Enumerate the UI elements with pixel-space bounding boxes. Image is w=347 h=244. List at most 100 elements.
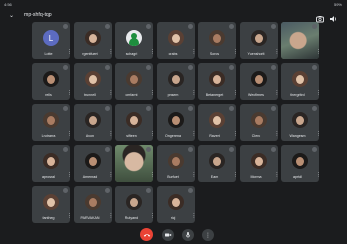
status-bar: 4:56 59% [0,0,347,9]
participant-name: Ongerena [165,134,181,138]
avatar-face [171,157,180,166]
participant-tile[interactable]: fantheg [32,186,70,223]
participant-tile[interactable]: Avon [73,104,112,141]
mic-off-icon [146,65,151,70]
avatar: L [43,30,59,46]
more-vert-icon[interactable] [150,133,152,139]
camera-button[interactable] [162,229,174,241]
participant-name: aprtdl [293,175,302,179]
participant-tile[interactable] [281,22,319,59]
more-vert-icon[interactable] [192,133,194,139]
more-options-button[interactable]: ⋮ [202,229,214,241]
more-vert-icon[interactable] [67,174,69,180]
mic-off-icon [187,106,193,111]
avatar-face [47,116,55,125]
more-vert-icon[interactable] [150,92,152,98]
participant-tile[interactable]: Eam [198,145,236,182]
mic-off-icon [229,147,234,152]
participant-tile[interactable]: Rutyand [115,186,153,223]
participant-tile[interactable]: PARVAKAN [73,186,112,223]
avatar-face [47,157,55,166]
mic-off-icon [146,188,151,193]
participant-tile[interactable]: rgentfuert [73,22,112,59]
participant-tile[interactable]: thergritrd [281,63,319,100]
more-vert-icon[interactable] [109,133,111,139]
participant-tile[interactable]: L Lotte [32,22,70,59]
avatar-face [171,34,180,43]
end-call-button[interactable] [140,228,153,241]
more-vert-icon[interactable] [67,133,69,139]
more-vert-icon[interactable] [192,215,194,221]
meeting-title[interactable]: mp-shfq-tqp [24,12,52,18]
participant-tile[interactable]: Betanerget [198,63,236,100]
participant-tile[interactable]: pnsem [156,63,195,100]
mic-off-icon [312,147,317,152]
more-vert-icon[interactable] [67,215,69,221]
participant-tile[interactable]: Amenrad [73,145,112,182]
participant-tile[interactable]: Clerc [239,104,278,141]
more-vert-icon[interactable] [192,51,194,57]
avatar [250,112,267,128]
participant-name: Yuenshorit [247,52,265,56]
more-vert-icon[interactable] [233,133,235,139]
more-vert-icon[interactable] [67,92,69,98]
participant-tile[interactable]: Burfuet [156,145,195,182]
participant-tile[interactable]: sifteen [115,104,153,141]
participant-tile[interactable]: Yuenshorit [239,22,278,59]
participant-tile[interactable]: aprtdl [281,145,319,182]
participant-tile[interactable]: ricj [156,186,195,223]
participant-tile[interactable]: crabs [156,22,195,59]
more-vert-icon[interactable] [192,174,194,180]
more-vert-icon[interactable] [109,174,111,180]
participant-tile[interactable]: Sorcs [198,22,236,59]
more-vert-icon[interactable] [150,215,152,221]
more-vert-icon[interactable] [316,133,318,139]
mic-off-icon [312,106,317,111]
more-vert-icon[interactable] [150,51,152,57]
more-vert-icon[interactable] [192,92,194,98]
mic-off-icon [104,147,110,152]
microphone-button[interactable] [182,229,194,241]
more-vert-icon[interactable] [109,215,111,221]
avatar-face [88,157,97,166]
participant-name: Avon [85,134,95,138]
participant-tile[interactable]: aprosral [32,145,70,182]
more-vert-icon[interactable] [275,92,277,98]
avatar [167,71,184,87]
participant-tile[interactable]: Lrutrarra [32,104,70,141]
flip-camera-icon[interactable] [315,11,325,23]
participant-tile[interactable]: rells [32,63,70,100]
more-vert-icon[interactable] [67,51,69,57]
avatar-face [88,75,97,84]
more-vert-icon[interactable] [316,92,318,98]
more-vert-icon[interactable] [316,174,318,180]
mic-off-icon [63,106,68,111]
participant-tile[interactable]: Wecfirnes [239,63,278,100]
more-vert-icon[interactable] [233,51,235,57]
participant-grid: L Lotte rgentfuert schagri crabs Sorcs Yuensho… [32,22,322,223]
avatar [209,112,225,128]
avatar [84,71,101,87]
more-vert-icon[interactable] [150,174,152,180]
more-vert-icon[interactable] [316,51,318,57]
participant-tile[interactable]: cmfarnt [115,63,153,100]
participant-tile[interactable]: trunnell [73,63,112,100]
more-vert-icon[interactable] [275,133,277,139]
avatar [167,112,184,128]
more-vert-icon[interactable] [233,92,235,98]
more-vert-icon[interactable] [275,51,277,57]
participant-tile[interactable]: Ongerena [156,104,195,141]
participant-tile[interactable]: schagri [115,22,153,59]
participant-tile[interactable]: Mcrma [239,145,278,182]
more-vert-icon[interactable] [109,51,111,57]
more-vert-icon[interactable] [233,174,235,180]
participant-tile[interactable] [115,145,153,182]
more-vert-icon[interactable] [275,174,277,180]
participant-tile[interactable]: Ravert [198,104,236,141]
chevron-down-icon[interactable]: ⌄ [9,12,14,19]
more-vert-icon[interactable] [109,92,111,98]
speaker-icon[interactable] [328,11,338,22]
avatar-face [47,198,55,207]
participant-tile[interactable]: Wangesm [281,104,319,141]
participant-name: schagri [125,52,138,56]
